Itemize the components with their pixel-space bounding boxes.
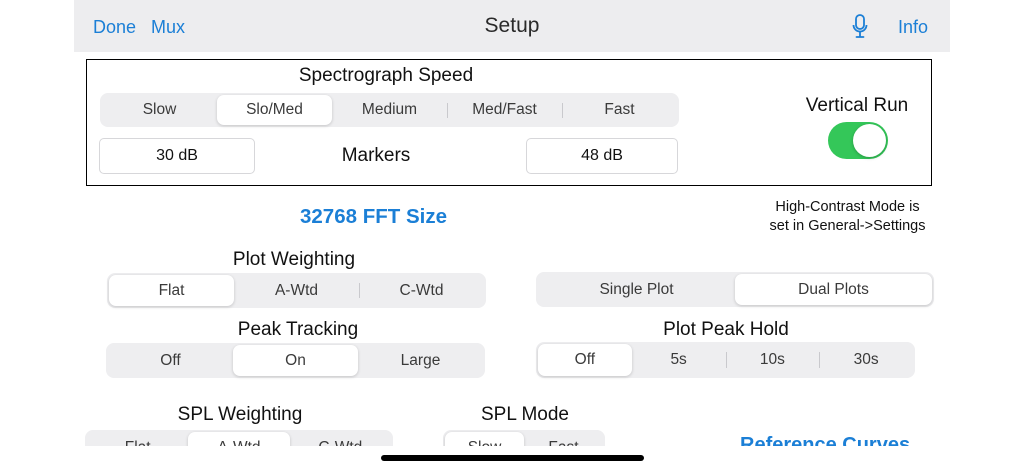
high-contrast-note: High-Contrast Mode is set in General->Se… [740,198,955,236]
spectrograph-speed-title: Spectrograph Speed [298,65,474,86]
plot-peak-hold-control: Off 5s 10s 30s [536,342,915,378]
spl-weighting-c-wtd[interactable]: C-Wtd [290,432,391,447]
marker-high-field[interactable]: 48 dB [526,138,678,174]
spl-weighting-title: SPL Weighting [177,404,303,425]
peak-hold-off[interactable]: Off [538,344,632,376]
fft-size-button[interactable]: 32768 FFT Size [300,205,447,229]
page-title: Setup [484,14,540,37]
speed-option-slow[interactable]: Slow [102,95,217,125]
spl-weighting-clip: Flat A-Wtd C-Wtd [85,430,393,446]
plot-peak-hold-title: Plot Peak Hold [663,319,789,340]
peak-tracking-title: Peak Tracking [237,319,359,340]
speed-option-fast[interactable]: Fast [562,95,677,125]
vertical-run-label: Vertical Run [805,95,909,116]
speed-option-medium[interactable]: Medium [332,95,447,125]
spl-mode-control: Slow Fast [443,430,605,446]
spl-mode-slow[interactable]: Slow [445,432,524,446]
vertical-run-toggle[interactable] [828,122,888,159]
spl-weighting-flat[interactable]: Flat [87,432,188,447]
dual-plots-option[interactable]: Dual Plots [735,274,932,305]
peak-tracking-off[interactable]: Off [108,345,233,376]
info-button[interactable]: Info [898,17,928,38]
peak-tracking-large[interactable]: Large [358,345,483,376]
reference-curves-button[interactable]: Reference Curves [740,434,910,446]
spl-mode-clip: Slow Fast [443,430,605,446]
peak-tracking-on[interactable]: On [233,345,358,376]
high-contrast-note-line1: High-Contrast Mode is [775,199,920,215]
plot-weighting-flat[interactable]: Flat [109,275,234,306]
spl-weighting-control: Flat A-Wtd C-Wtd [85,430,393,446]
plot-count-control: Single Plot Dual Plots [536,272,934,307]
peak-tracking-control: Off On Large [106,343,485,378]
spl-mode-title: SPL Mode [480,404,569,425]
reference-curves-clip: Reference Curves [740,432,940,446]
plot-weighting-a-wtd[interactable]: A-Wtd [234,275,359,306]
plot-weighting-c-wtd[interactable]: C-Wtd [359,275,484,306]
plot-weighting-title: Plot Weighting [232,249,356,270]
navigation-bar: Done Mux Setup Info [74,0,950,52]
speed-option-med-fast[interactable]: Med/Fast [447,95,562,125]
high-contrast-note-line2: set in General->Settings [769,218,926,234]
speed-option-slo-med[interactable]: Slo/Med [217,95,332,125]
toggle-knob [853,124,886,157]
spl-mode-fast[interactable]: Fast [524,432,603,447]
single-plot-option[interactable]: Single Plot [538,274,735,305]
spl-weighting-a-wtd[interactable]: A-Wtd [188,432,290,446]
markers-label: Markers [341,145,411,166]
spectrograph-speed-control: Slow Slo/Med Medium Med/Fast Fast [100,93,679,127]
plot-weighting-control: Flat A-Wtd C-Wtd [107,273,486,308]
marker-low-field[interactable]: 30 dB [99,138,255,174]
peak-hold-10s[interactable]: 10s [725,344,820,376]
peak-hold-5s[interactable]: 5s [632,344,726,376]
microphone-icon[interactable] [852,14,868,45]
home-indicator[interactable] [381,455,644,461]
peak-hold-30s[interactable]: 30s [819,344,913,376]
